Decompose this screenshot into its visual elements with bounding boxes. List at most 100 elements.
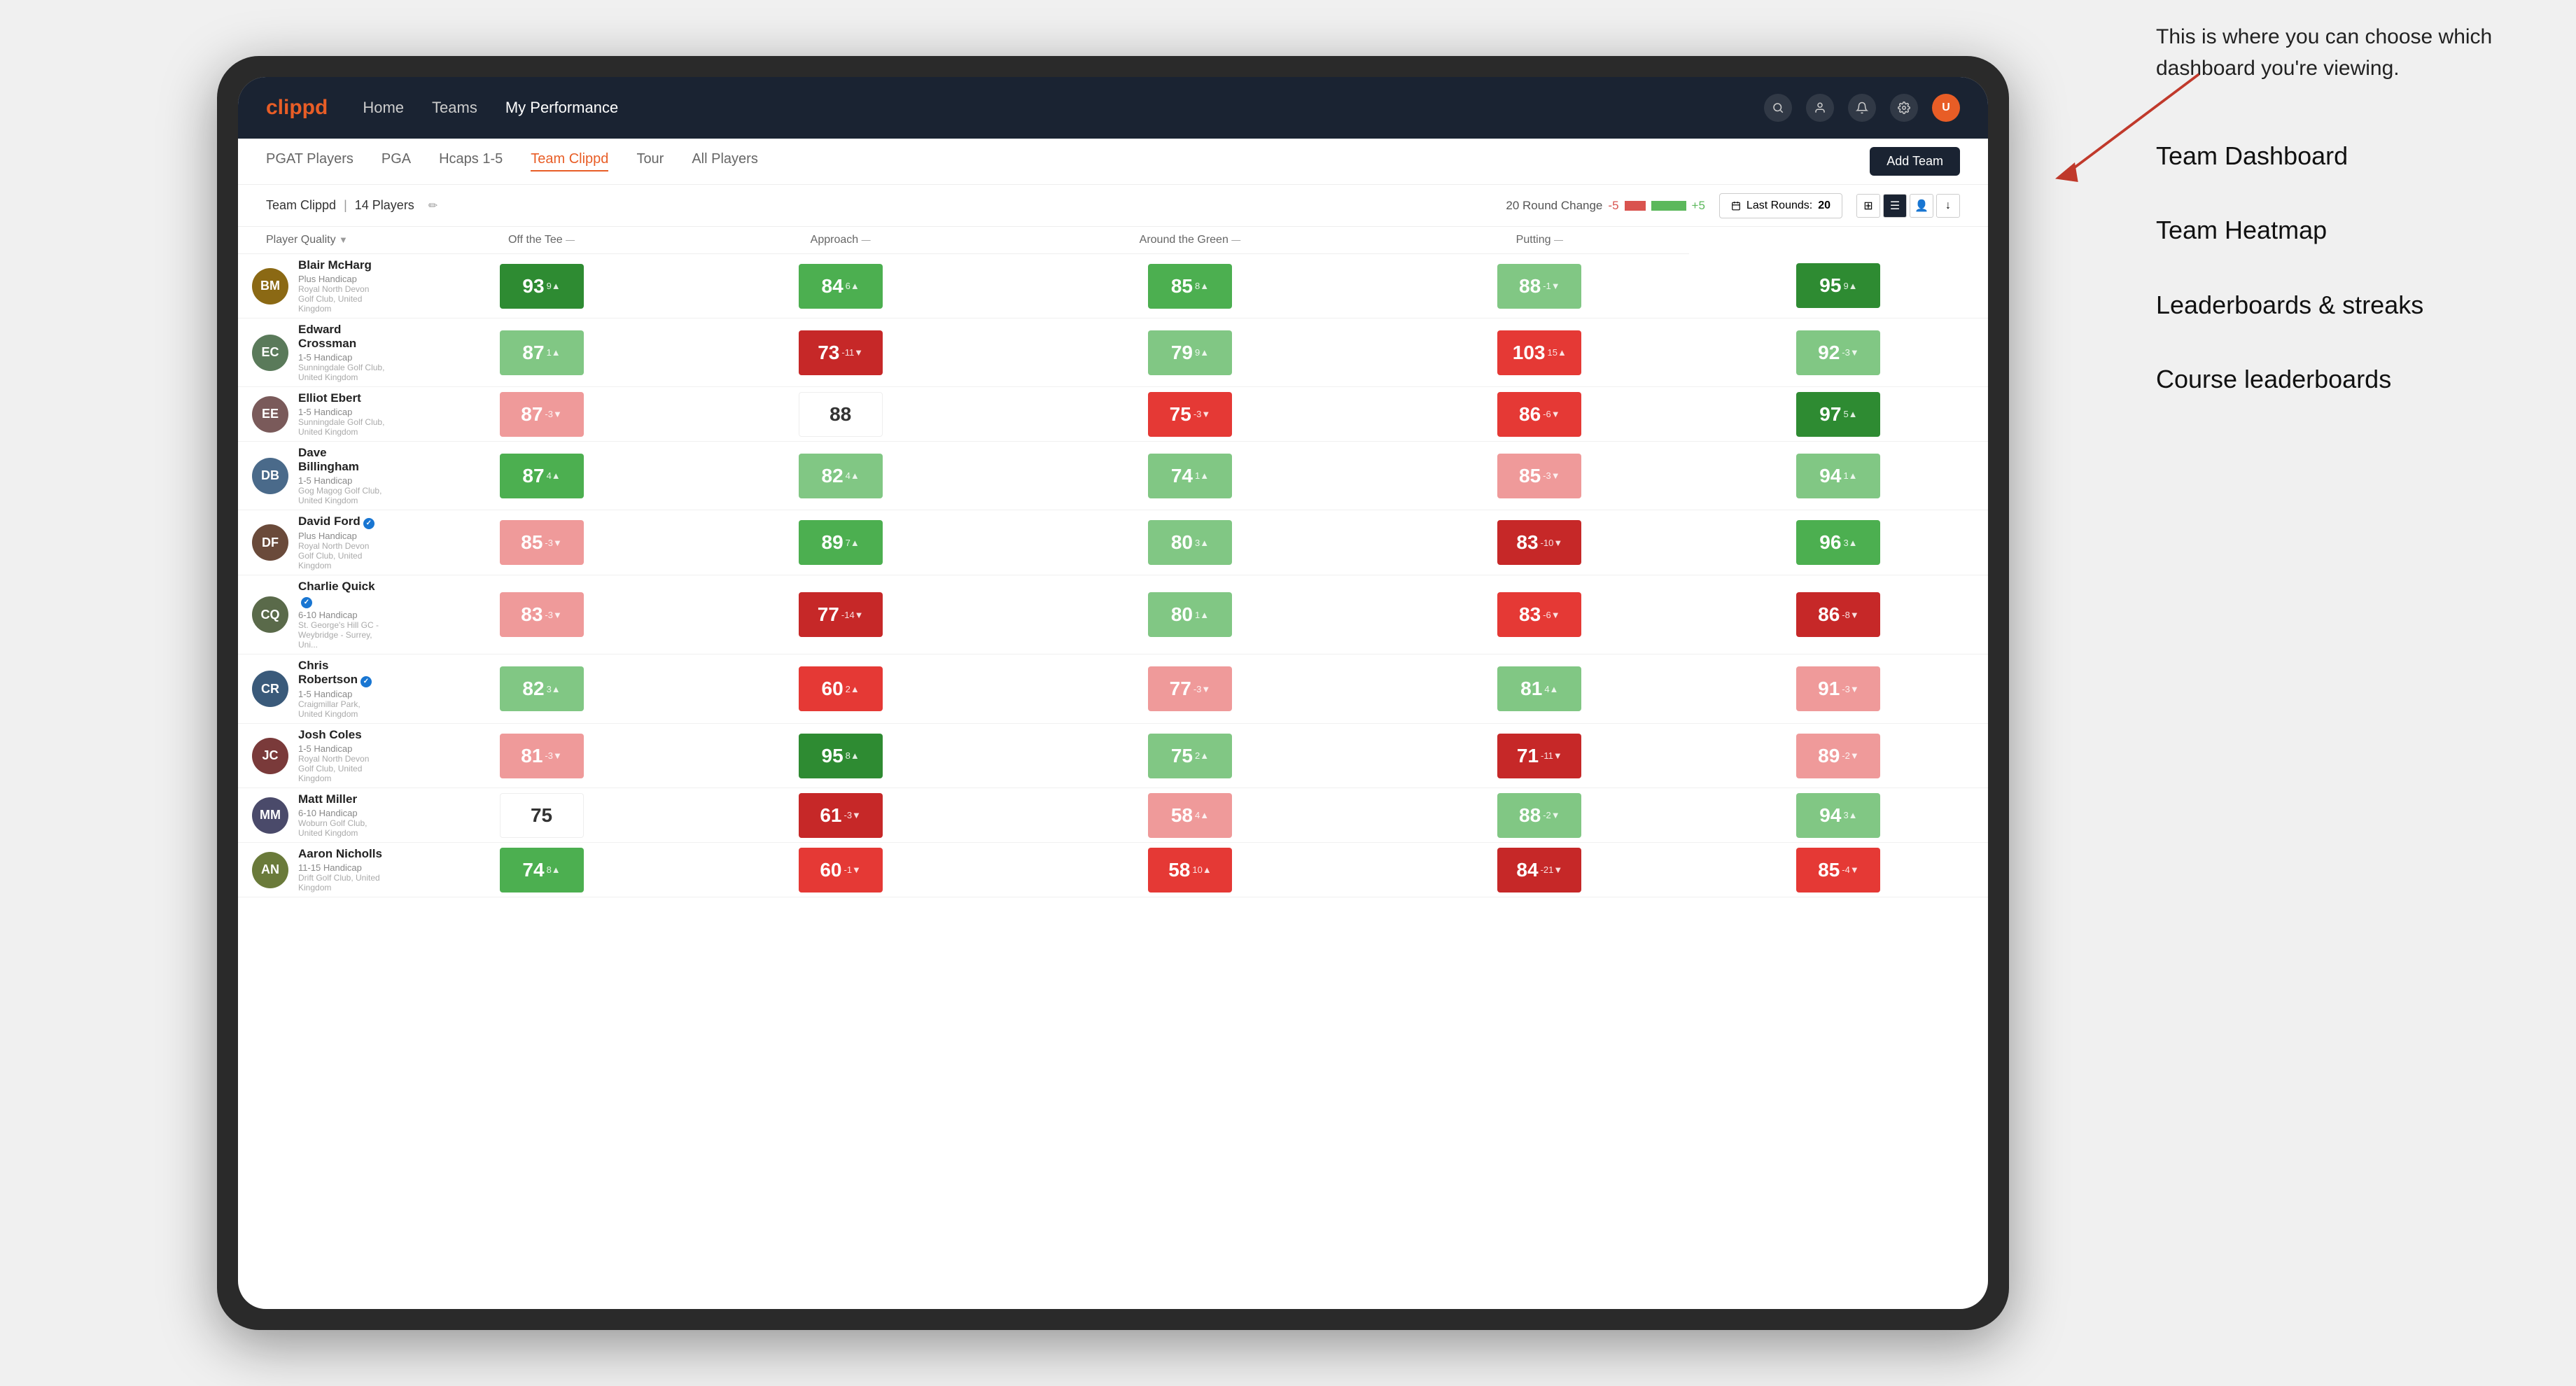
score-change: -3▼	[1842, 685, 1858, 694]
view-grid-button[interactable]: ⊞	[1856, 194, 1880, 218]
col-approach[interactable]: Approach —	[691, 227, 990, 254]
col-aroundgreen[interactable]: Around the Green —	[990, 227, 1390, 254]
avatar: JC	[252, 738, 288, 774]
player-club: Craigmillar Park, United Kingdom	[298, 699, 386, 719]
score-cell-putting: 97 5▲	[1689, 387, 1988, 442]
player-cell-5: CQ Charlie Quick✓ 6-10 Handicap St. Geor…	[238, 575, 392, 654]
score-cell-aroundGreen: 83 -10▼	[1390, 510, 1689, 575]
verified-badge: ✓	[301, 597, 312, 608]
search-icon[interactable]	[1764, 94, 1792, 122]
player-handicap: Plus Handicap	[298, 274, 386, 284]
table-row[interactable]: BM Blair McHarg Plus Handicap Royal Nort…	[238, 254, 1988, 318]
score-value: 85 -3▼	[1497, 454, 1581, 498]
score-change: 4▲	[1544, 685, 1558, 694]
avatar: AN	[252, 852, 288, 888]
table-row[interactable]: EC Edward Crossman 1-5 Handicap Sunningd…	[238, 318, 1988, 387]
avatar-icon[interactable]: U	[1932, 94, 1960, 122]
view-table-button[interactable]: ☰	[1883, 194, 1907, 218]
table-row[interactable]: DF David Ford✓ Plus Handicap Royal North…	[238, 510, 1988, 575]
score-cell-approach: 75 -3▼	[990, 387, 1390, 442]
score-change: -1▼	[1543, 281, 1560, 290]
player-details: Blair McHarg Plus Handicap Royal North D…	[298, 258, 386, 314]
table-row[interactable]: DB Dave Billingham 1-5 Handicap Gog Mago…	[238, 442, 1988, 510]
score-value: 73 -11▼	[799, 330, 883, 375]
score-value: 74 8▲	[500, 848, 584, 892]
score-cell-aroundGreen: 81 4▲	[1390, 654, 1689, 724]
avatar: CQ	[252, 596, 288, 633]
player-club: Sunningdale Golf Club, United Kingdom	[298, 363, 386, 382]
avatar: EE	[252, 396, 288, 433]
settings-icon[interactable]	[1890, 94, 1918, 122]
score-change: 7▲	[846, 538, 860, 547]
score-change: -6▼	[1543, 610, 1560, 620]
score-change: 2▲	[846, 685, 860, 694]
col-sort-aroundgreen: —	[1231, 234, 1240, 245]
avatar: DF	[252, 524, 288, 561]
player-cell-7: JC Josh Coles 1-5 Handicap Royal North D…	[238, 724, 392, 788]
table-row[interactable]: JC Josh Coles 1-5 Handicap Royal North D…	[238, 724, 1988, 788]
score-cell-aroundGreen: 86 -6▼	[1390, 387, 1689, 442]
score-change: 10▲	[1192, 865, 1211, 874]
bell-icon[interactable]	[1848, 94, 1876, 122]
edit-icon[interactable]: ✏	[428, 199, 438, 213]
sub-nav-tour[interactable]: Tour	[636, 151, 664, 172]
score-value: 82 4▲	[799, 454, 883, 498]
sub-nav-hcaps[interactable]: Hcaps 1-5	[439, 151, 503, 172]
score-cell-quality: 85 -3▼	[392, 510, 691, 575]
change-bar-green	[1651, 201, 1686, 211]
score-value: 86 -8▼	[1796, 592, 1880, 637]
score-value: 89 7▲	[799, 520, 883, 565]
view-download-button[interactable]: ↓	[1936, 194, 1960, 218]
table-row[interactable]: CQ Charlie Quick✓ 6-10 Handicap St. Geor…	[238, 575, 1988, 654]
sub-nav-pga[interactable]: PGA	[382, 151, 411, 172]
score-change: -3▼	[1842, 348, 1858, 357]
nav-link-teams[interactable]: Teams	[432, 99, 477, 117]
score-value: 91 -3▼	[1796, 666, 1880, 711]
score-change: -2▼	[1543, 811, 1560, 820]
player-details: Matt Miller 6-10 Handicap Woburn Golf Cl…	[298, 792, 386, 838]
player-name: Aaron Nicholls	[298, 847, 386, 861]
score-value: 80 1▲	[1148, 592, 1232, 637]
avatar: EC	[252, 335, 288, 371]
player-details: Aaron Nicholls 11-15 Handicap Drift Golf…	[298, 847, 386, 892]
player-details: Josh Coles 1-5 Handicap Royal North Devo…	[298, 728, 386, 783]
score-cell-offTee: 95 8▲	[691, 724, 990, 788]
table-row[interactable]: MM Matt Miller 6-10 Handicap Woburn Golf…	[238, 788, 1988, 843]
col-putting[interactable]: Putting —	[1390, 227, 1689, 254]
table-header: Player Quality ▼ Off the Tee — Approach …	[238, 227, 1988, 254]
score-change: -14▼	[841, 610, 864, 620]
player-info: DB Dave Billingham 1-5 Handicap Gog Mago…	[252, 446, 386, 505]
score-cell-quality: 83 -3▼	[392, 575, 691, 654]
score-change: 9▲	[547, 281, 561, 290]
col-player[interactable]: Player Quality ▼	[238, 227, 392, 254]
score-value: 77 -14▼	[799, 592, 883, 637]
table-row[interactable]: CR Chris Robertson✓ 1-5 Handicap Craigmi…	[238, 654, 1988, 724]
nav-link-home[interactable]: Home	[363, 99, 404, 117]
person-icon[interactable]	[1806, 94, 1834, 122]
score-change: -10▼	[1541, 538, 1563, 547]
score-change: -21▼	[1541, 865, 1563, 874]
score-value: 81 4▲	[1497, 666, 1581, 711]
table-row[interactable]: AN Aaron Nicholls 11-15 Handicap Drift G…	[238, 843, 1988, 897]
score-change: -3▼	[1543, 471, 1560, 480]
score-value: 97 5▲	[1796, 392, 1880, 437]
player-cell-8: MM Matt Miller 6-10 Handicap Woburn Golf…	[238, 788, 392, 843]
player-club: Drift Golf Club, United Kingdom	[298, 873, 386, 892]
sub-nav-allplayers[interactable]: All Players	[692, 151, 757, 172]
player-info: CR Chris Robertson✓ 1-5 Handicap Craigmi…	[252, 659, 386, 719]
add-team-button[interactable]: Add Team	[1870, 147, 1960, 176]
col-offtee[interactable]: Off the Tee —	[392, 227, 691, 254]
score-value: 95 9▲	[1796, 263, 1880, 308]
player-name: Blair McHarg	[298, 258, 386, 272]
view-person-button[interactable]: 👤	[1910, 194, 1933, 218]
score-value: 84 6▲	[799, 264, 883, 309]
score-cell-approach: 79 9▲	[990, 318, 1390, 387]
sub-nav-pgat[interactable]: PGAT Players	[266, 151, 354, 172]
nav-link-myperformance[interactable]: My Performance	[505, 99, 618, 117]
score-cell-offTee: 73 -11▼	[691, 318, 990, 387]
last-rounds-button[interactable]: Last Rounds: 20	[1719, 193, 1842, 218]
table-row[interactable]: EE Elliot Ebert 1-5 Handicap Sunningdale…	[238, 387, 1988, 442]
calendar-icon	[1731, 201, 1741, 211]
sub-nav-teamclippd[interactable]: Team Clippd	[531, 151, 608, 172]
player-info: CQ Charlie Quick✓ 6-10 Handicap St. Geor…	[252, 580, 386, 650]
